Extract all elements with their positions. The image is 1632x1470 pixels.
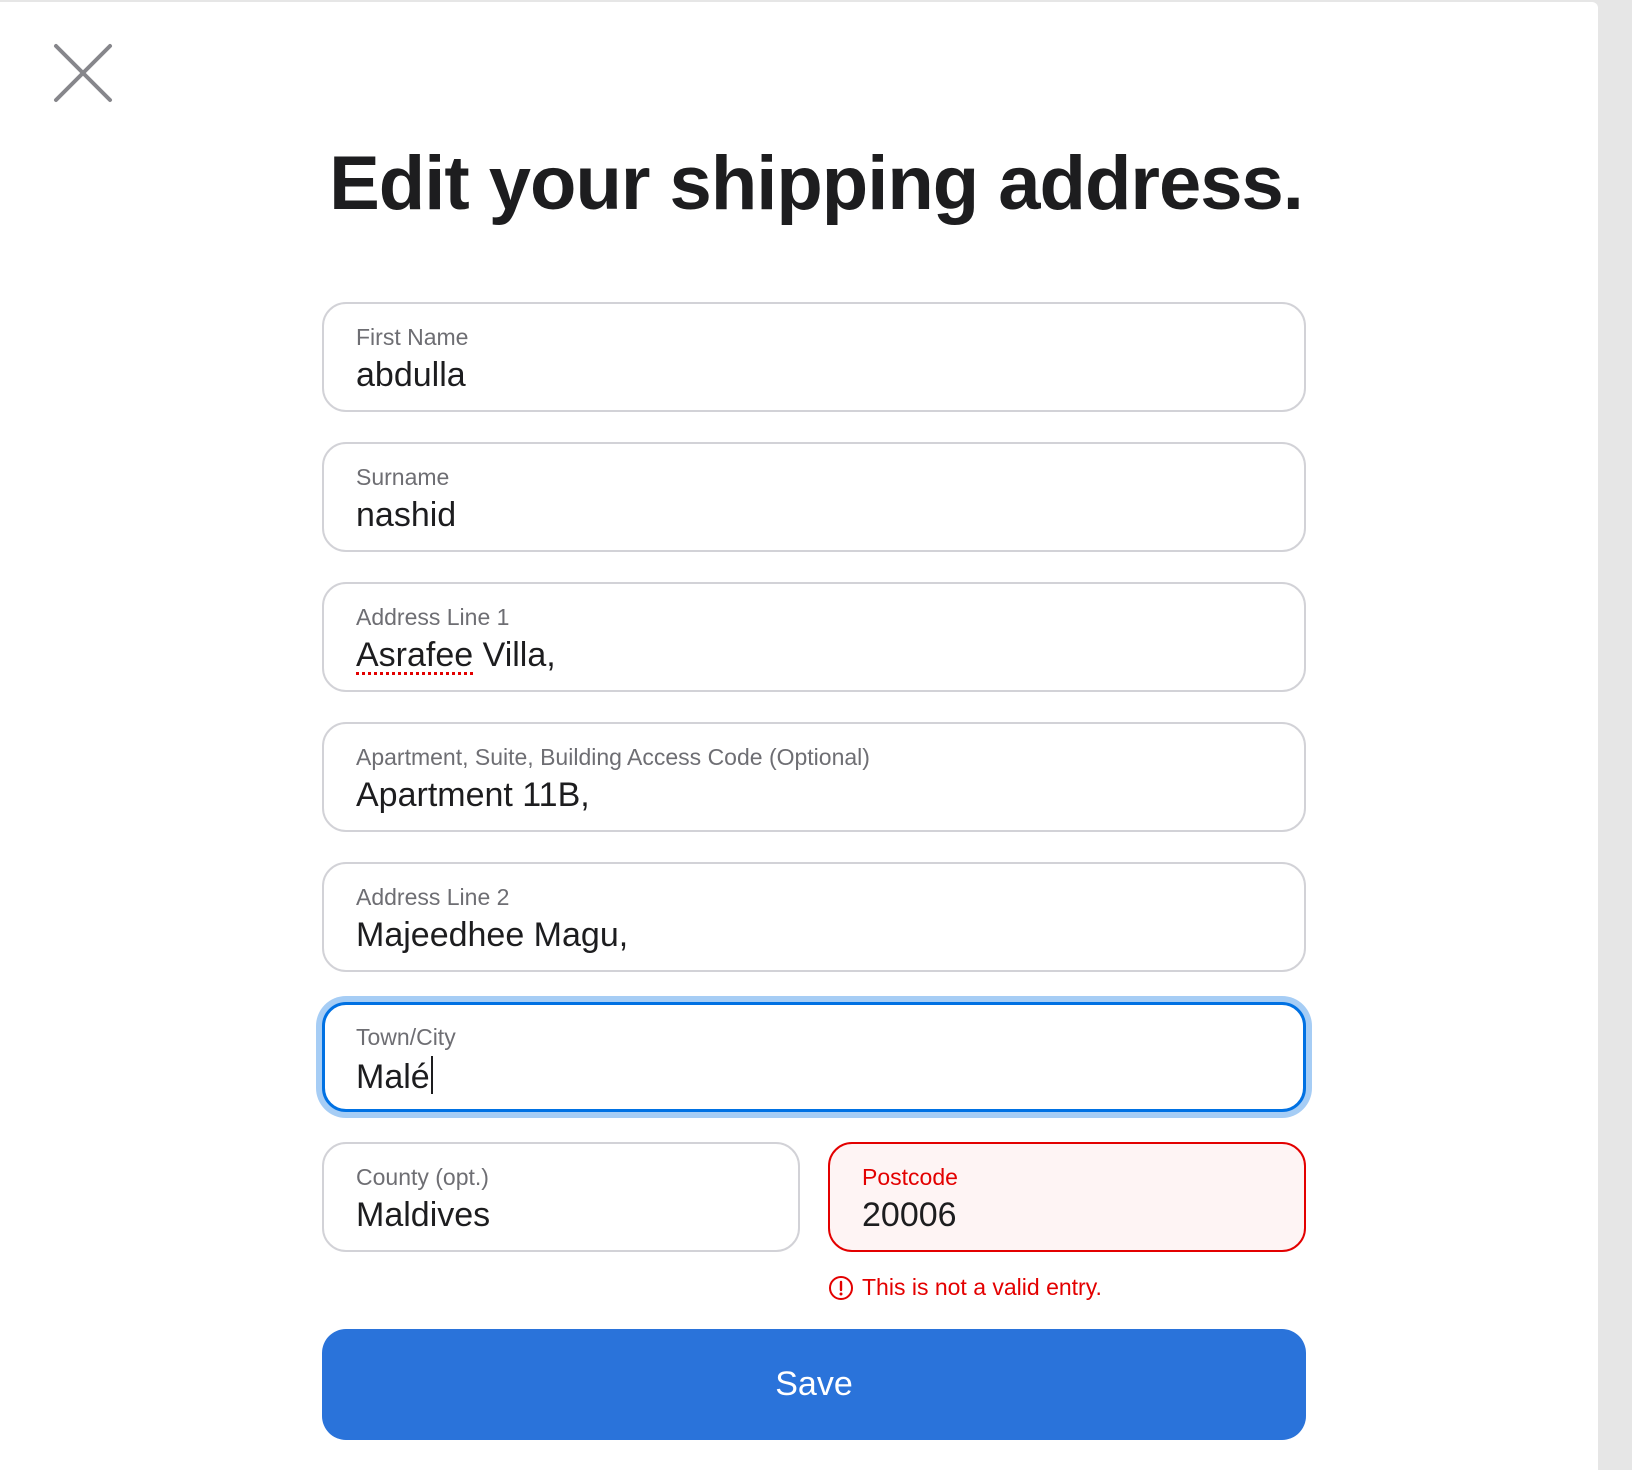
first-name-label: First Name [356, 324, 469, 350]
apartment-field[interactable]: Apartment, Suite, Building Access Code (… [322, 722, 1306, 832]
address-line-2-field[interactable]: Address Line 2 Majeedhee Magu, [322, 862, 1306, 972]
town-city-label: Town/City [356, 1024, 456, 1050]
save-button[interactable]: Save [322, 1329, 1306, 1440]
first-name-value[interactable]: abdulla [356, 356, 466, 395]
town-city-text: Malé [356, 1058, 430, 1096]
close-icon [54, 44, 112, 102]
first-name-field[interactable]: First Name abdulla [322, 302, 1306, 412]
page-title: Edit your shipping address. [329, 141, 1304, 226]
address-line-1-label: Address Line 1 [356, 604, 510, 630]
close-button[interactable] [50, 40, 116, 106]
town-city-value[interactable]: Malé [356, 1056, 433, 1097]
edit-address-modal: Edit your shipping address. First Name a… [0, 2, 1598, 1470]
town-city-field[interactable]: Town/City Malé [322, 1002, 1306, 1112]
spellcheck-word: Asrafee [356, 636, 474, 674]
postcode-error-message: This is not a valid entry. [828, 1274, 1102, 1301]
postcode-field[interactable]: Postcode 20006 [828, 1142, 1306, 1252]
address-line-2-label: Address Line 2 [356, 884, 510, 910]
alert-circle-icon [829, 1275, 853, 1300]
county-value[interactable]: Maldives [356, 1196, 490, 1235]
address-line-1-value-rest: Villa, [473, 636, 556, 674]
apartment-label: Apartment, Suite, Building Access Code (… [356, 744, 870, 770]
apartment-value[interactable]: Apartment 11B, [356, 776, 590, 815]
county-label: County (opt.) [356, 1164, 489, 1190]
text-caret [430, 1056, 433, 1094]
postcode-value[interactable]: 20006 [862, 1196, 957, 1235]
address-line-2-value[interactable]: Majeedhee Magu, [356, 916, 628, 955]
address-line-1-field[interactable]: Address Line 1 Asrafee Villa, [322, 582, 1306, 692]
county-field[interactable]: County (opt.) Maldives [322, 1142, 800, 1252]
address-line-1-value[interactable]: Asrafee Villa, [356, 636, 556, 675]
surname-value[interactable]: nashid [356, 496, 456, 535]
surname-field[interactable]: Surname nashid [322, 442, 1306, 552]
postcode-label: Postcode [862, 1164, 958, 1190]
postcode-error-text: This is not a valid entry. [862, 1274, 1102, 1300]
surname-label: Surname [356, 464, 450, 490]
